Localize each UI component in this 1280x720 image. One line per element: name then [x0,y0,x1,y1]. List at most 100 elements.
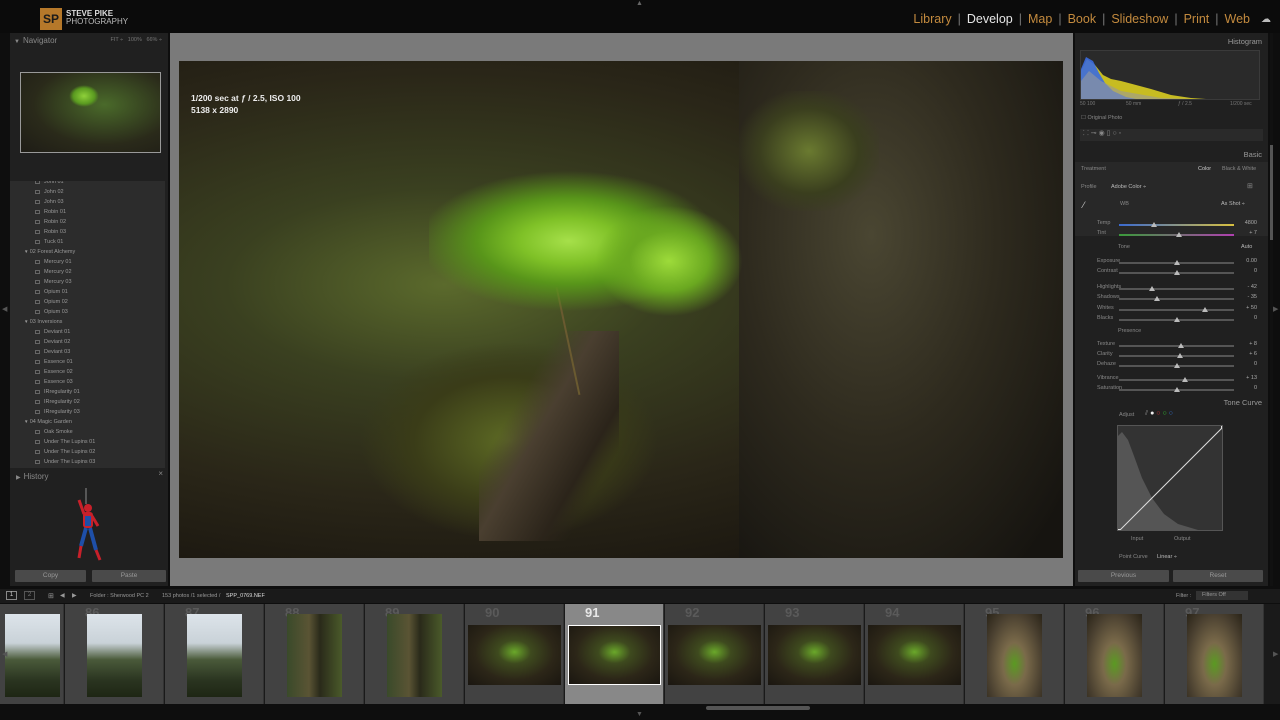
treatment-bw[interactable]: Black & White [1222,166,1256,172]
module-library[interactable]: Library [913,12,951,26]
graduated-filter-icon[interactable]: ▯ [1107,130,1111,137]
collapse-triangle-icon[interactable]: ▶ [16,475,21,481]
spot-removal-icon[interactable]: ⊸ [1091,130,1097,137]
collection-item[interactable]: John 02 [10,187,165,197]
slider-value[interactable]: 0 [1254,385,1257,391]
slider-track[interactable] [1119,232,1234,237]
basic-title[interactable]: Basic [1244,150,1262,159]
slider-track[interactable] [1119,317,1234,322]
collection-item[interactable]: Opium 01 [10,287,165,297]
collection-item[interactable]: John 03 [10,197,165,207]
filmstrip-thumbnail[interactable] [387,614,442,697]
filmstrip-thumbnail[interactable] [987,614,1042,697]
tone-curve-title[interactable]: Tone Curve [1224,398,1262,407]
slider-track[interactable] [1119,222,1234,227]
collection-item[interactable]: Essence 03 [10,377,165,387]
slider-track[interactable] [1119,353,1234,358]
module-book[interactable]: Book [1068,12,1097,26]
navigator-header[interactable]: ▼ Navigator FIT ÷ 100% 66% ÷ [10,33,168,47]
previous-button[interactable]: Previous [1078,570,1169,582]
slider-knob[interactable] [1173,317,1180,322]
collection-item[interactable]: Mercury 02 [10,267,165,277]
collection-item[interactable]: Oak Smoke [10,427,165,437]
collection-item[interactable]: Tuck 01 [10,237,165,247]
navigator-preview[interactable] [20,72,161,153]
green-channel-icon[interactable]: ○ [1162,410,1166,417]
slider-knob[interactable] [1153,296,1160,301]
slider-knob[interactable] [1202,307,1209,312]
filmstrip-cell[interactable]: 93 [765,604,864,704]
slider-track[interactable] [1119,270,1234,275]
slider-track[interactable] [1119,286,1234,291]
collection-item[interactable]: Opium 02 [10,297,165,307]
module-print[interactable]: Print [1184,12,1210,26]
filmstrip-right-icon[interactable]: ▶ [1273,650,1278,658]
collection-set[interactable]: ▼ 03 Inversions [10,317,165,327]
blue-channel-icon[interactable]: ○ [1169,410,1173,417]
module-slideshow[interactable]: Slideshow [1111,12,1168,26]
slider-knob[interactable] [1173,363,1180,368]
wb-select[interactable]: As Shot ÷ [1221,201,1245,207]
filmstrip-scrollbar[interactable] [706,706,810,710]
filmstrip-thumbnail[interactable] [287,614,342,697]
filmstrip-cell[interactable]: 89 [365,604,464,704]
forward-arrow-icon[interactable]: ▶ [72,592,77,599]
filmstrip-cell[interactable]: 95 [965,604,1064,704]
slider-track[interactable] [1119,260,1234,265]
main-photo[interactable]: 1/200 sec at ƒ / 2.5, ISO 100 5138 x 289… [179,61,1063,558]
collapse-bottom-icon[interactable]: ▼ [636,711,643,718]
right-scrollbar-thumb[interactable] [1270,145,1273,240]
collapse-triangle-icon[interactable]: ▼ [14,39,20,45]
parametric-curve-icon[interactable]: ⫽ [1145,410,1148,417]
slider-value[interactable]: - 35 [1248,294,1257,300]
filmstrip-thumbnail[interactable] [568,625,661,685]
copy-button[interactable]: Copy [15,570,86,582]
filmstrip-cell[interactable]: 97 [1165,604,1264,704]
history-clear-icon[interactable]: × [158,469,163,478]
slider-knob[interactable] [1150,222,1157,227]
collection-item[interactable]: Under The Lupins 01 [10,437,165,447]
filmstrip-thumbnail[interactable] [768,625,861,685]
rgb-channel-icon[interactable]: ● [1150,410,1154,417]
profile-browser-icon[interactable]: ⊞ [1247,182,1253,190]
collection-item[interactable]: Robin 02 [10,217,165,227]
treatment-color[interactable]: Color [1198,166,1211,172]
collection-item[interactable]: Robin 01 [10,207,165,217]
slider-value[interactable]: 0.00 [1246,258,1257,264]
second-window-button[interactable]: 2 [24,591,35,600]
slider-knob[interactable] [1173,260,1180,265]
filmstrip-cell[interactable] [0,604,64,704]
wb-picker-icon[interactable]: ⁄ [1083,200,1085,210]
filmstrip-thumbnail[interactable] [5,614,60,697]
slider-track[interactable] [1119,343,1234,348]
tone-curve-graph[interactable] [1117,425,1223,531]
filmstrip-cell[interactable]: 96 [1065,604,1164,704]
collection-item[interactable]: Robin 03 [10,227,165,237]
history-header[interactable]: ▶ History [10,469,168,483]
filmstrip-cell[interactable]: 86 [65,604,164,704]
collection-item[interactable]: Essence 01 [10,357,165,367]
slider-value[interactable]: 0 [1254,361,1257,367]
curve-channel-icons[interactable]: ⫽ ● ○ ○ ○ [1145,410,1173,418]
filmstrip-cell[interactable]: 94 [865,604,964,704]
collection-item[interactable]: Deviant 01 [10,327,165,337]
radial-filter-icon[interactable]: ○ [1112,130,1116,137]
slider-knob[interactable] [1181,377,1188,382]
collection-item[interactable]: Deviant 03 [10,347,165,357]
collection-item[interactable]: IRregularity 01 [10,387,165,397]
collection-set[interactable]: ▼ 04 Magic Garden [10,417,165,427]
collection-item[interactable]: Mercury 01 [10,257,165,267]
filmstrip-cell[interactable]: 88 [265,604,364,704]
filmstrip-thumbnail[interactable] [468,625,561,685]
collection-item[interactable]: IRregularity 03 [10,407,165,417]
slider-track[interactable] [1119,377,1234,382]
histogram-title[interactable]: Histogram [1228,37,1262,46]
auto-tone-button[interactable]: Auto [1241,244,1252,250]
crop-tool-icon[interactable]: ⸬ [1083,130,1089,137]
brush-tool-icon[interactable]: ◦ [1119,130,1121,137]
filmstrip-cell[interactable]: 91 [565,604,664,704]
module-develop[interactable]: Develop [967,12,1013,26]
filmstrip-thumbnail[interactable] [1087,614,1142,697]
slider-value[interactable]: 4800 [1245,220,1257,226]
red-eye-icon[interactable]: ◉ [1099,130,1105,137]
